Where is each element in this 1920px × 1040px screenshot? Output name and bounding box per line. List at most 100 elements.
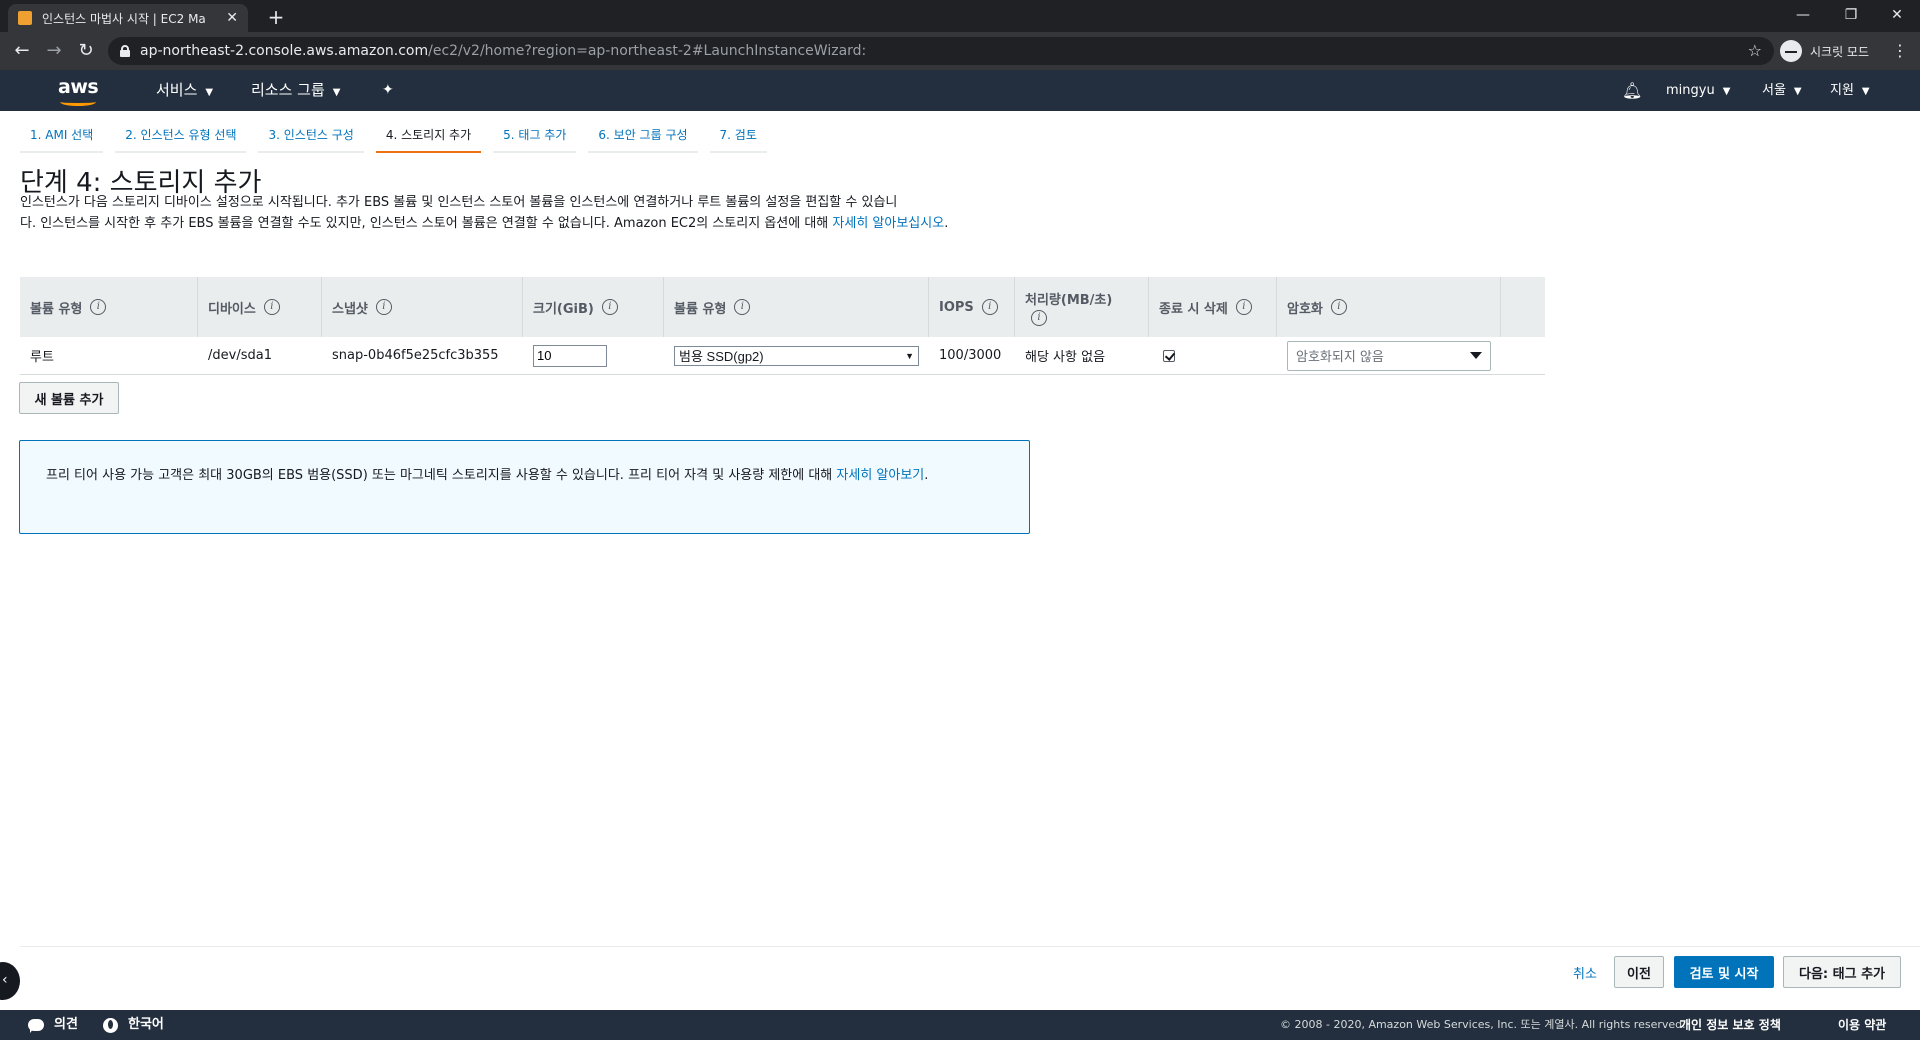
aws-header: aws 서비스 ▼ 리소스 그룹 ▼ ✦ 🔔︎ mingyu ▼ 서울 ▼ 지원 ▼ — [0, 70, 1920, 111]
info-text: 프리 티어 사용 가능 고객은 최대 30GB의 EBS 범용(SSD) 또는 … — [46, 468, 837, 483]
user-name: mingyu — [1666, 83, 1715, 98]
learn-more-storage-link[interactable]: 자세히 알아보십시오 — [832, 216, 944, 231]
restore-icon[interactable]: ❐ — [1828, 0, 1874, 32]
terms-link[interactable]: 이용 약관 — [1838, 1010, 1886, 1040]
cell-throughput: 해당 사항 없음 — [1025, 350, 1106, 365]
reload-icon[interactable]: ↻ — [76, 41, 96, 61]
chevron-down-icon: ▼ — [205, 87, 214, 98]
col-throughput: 처리량(MB/초) i — [1015, 277, 1149, 337]
step-security-group[interactable]: 6. 보안 그룹 구성 — [588, 123, 698, 153]
new-tab-icon[interactable]: + — [262, 4, 290, 30]
incognito-label: 시크릿 모드 — [1810, 44, 1870, 59]
step-review[interactable]: 7. 검토 — [709, 123, 767, 153]
col-actions — [1501, 277, 1545, 337]
incognito-indicator[interactable]: 시크릿 모드 — [1780, 38, 1869, 64]
step-instance-type[interactable]: 2. 인스턴스 유형 선택 — [115, 123, 247, 153]
user-menu[interactable]: mingyu ▼ — [1666, 70, 1730, 111]
encryption-value: 암호화되지 않음 — [1296, 350, 1384, 365]
info-icon[interactable]: i — [981, 299, 998, 315]
region-menu[interactable]: 서울 ▼ — [1762, 70, 1802, 111]
bookmark-star-icon[interactable]: ☆ — [1748, 41, 1762, 60]
copyright-text: © 2008 - 2020, Amazon Web Services, Inc.… — [1280, 1018, 1686, 1031]
url-path: /ec2/v2/home?region=ap-northeast-2#Launc… — [428, 43, 867, 59]
volume-type-value: 범용 SSD(gp2) — [679, 349, 764, 364]
page-description: 인스턴스가 다음 스토리지 디바이스 설정으로 시작됩니다. 추가 EBS 볼륨… — [20, 192, 1040, 234]
size-input[interactable] — [533, 344, 607, 367]
desc-line-2: 다. 인스턴스를 시작한 후 추가 EBS 볼륨을 연결할 수도 있지만, 인스… — [20, 216, 833, 231]
step-configure-instance[interactable]: 3. 인스턴스 구성 — [258, 123, 364, 153]
col-iops: IOPS i — [929, 277, 1015, 337]
desc-end: . — [944, 216, 949, 231]
next-add-tags-button[interactable]: 다음: 태그 추가 — [1783, 956, 1901, 988]
col-label: 암호화 — [1287, 301, 1323, 317]
aws-logo-text: aws — [58, 76, 99, 98]
forward-icon[interactable]: → — [44, 41, 64, 61]
col-volume-type: 볼륨 유형 i — [20, 277, 198, 337]
col-size: 크기(GiB) i — [523, 277, 664, 337]
language-label: 한국어 — [128, 1017, 164, 1032]
language-selector[interactable]: 한국어 — [103, 1010, 164, 1040]
cell-ebs-type: 범용 SSD(gp2) ▼ — [664, 337, 929, 375]
cell-volume-type: 루트 — [30, 350, 54, 365]
feedback-link[interactable]: 의견 — [28, 1010, 78, 1040]
table-header: 볼륨 유형 i 디바이스 i 스냅샷 i 크기(GiB) i 볼륨 유형 i IOPS i … — [20, 277, 1545, 337]
services-menu[interactable]: 서비스 ▼ — [156, 70, 213, 111]
back-icon[interactable]: ← — [12, 41, 32, 61]
col-label: 볼륨 유형 — [30, 301, 83, 317]
tab-close-icon[interactable]: ✕ — [226, 10, 238, 26]
resource-groups-menu[interactable]: 리소스 그룹 ▼ — [251, 70, 340, 111]
info-icon[interactable]: i — [1235, 299, 1252, 315]
info-icon[interactable]: i — [734, 299, 751, 315]
cell-delete-on-termination — [1149, 337, 1277, 375]
info-icon[interactable]: i — [263, 299, 280, 315]
pin-icon[interactable]: ✦ — [382, 70, 394, 111]
col-label: 종료 시 삭제 — [1159, 301, 1228, 317]
collapse-panel-button[interactable]: ‹ — [0, 962, 20, 1000]
volume-type-select[interactable]: 범용 SSD(gp2) ▼ — [674, 345, 919, 366]
address-bar[interactable]: ap-northeast-2.console.aws.amazon.com /e… — [108, 37, 1774, 65]
cell-iops: 100/3000 — [939, 348, 1002, 363]
globe-icon — [103, 1017, 118, 1033]
actions-divider — [20, 946, 1920, 947]
delete-on-termination-checkbox[interactable] — [1163, 349, 1175, 362]
close-window-icon[interactable]: ✕ — [1874, 0, 1920, 32]
feedback-label: 의견 — [54, 1017, 78, 1032]
previous-button[interactable]: 이전 — [1614, 956, 1664, 988]
review-and-launch-button[interactable]: 검토 및 시작 — [1674, 956, 1774, 988]
learn-more-free-tier-link[interactable]: 자세히 알아보기 — [836, 468, 924, 483]
aws-smile-icon — [60, 98, 96, 106]
info-end: . — [924, 468, 929, 483]
privacy-policy-link[interactable]: 개인 정보 보호 정책 — [1680, 1010, 1781, 1040]
encryption-select[interactable]: 암호화되지 않음 — [1287, 340, 1491, 371]
footer: 의견 한국어 © 2008 - 2020, Amazon Web Service… — [0, 1010, 1920, 1040]
add-volume-button[interactable]: 새 볼륨 추가 — [19, 382, 119, 414]
browser-tabbar: 인스턴스 마법사 시작 | EC2 Ma ✕ + — ❐ ✕ — [0, 0, 1920, 32]
col-encryption: 암호화 i — [1277, 277, 1501, 337]
cell-device: /dev/sda1 — [208, 348, 272, 363]
support-menu[interactable]: 지원 ▼ — [1830, 70, 1870, 111]
step-add-tags[interactable]: 5. 태그 추가 — [493, 123, 577, 153]
speech-bubble-icon — [28, 1019, 44, 1033]
region-name: 서울 — [1762, 83, 1786, 98]
info-icon[interactable]: i — [601, 299, 618, 315]
desc-line-1: 인스턴스가 다음 스토리지 디바이스 설정으로 시작됩니다. 추가 EBS 볼륨… — [20, 195, 898, 210]
info-icon[interactable]: i — [375, 299, 392, 315]
table-row: 루트 /dev/sda1 snap-0b46f5e25cfc3b355 범용 S… — [20, 337, 1545, 375]
col-label: 처리량(MB/초) — [1025, 292, 1113, 308]
bell-icon[interactable]: 🔔︎ — [1622, 70, 1642, 111]
support-label: 지원 — [1830, 83, 1854, 98]
chevron-down-icon: ▼ — [332, 87, 341, 98]
wizard-steps: 1. AMI 선택 2. 인스턴스 유형 선택 3. 인스턴스 구성 4. 스토… — [20, 123, 779, 153]
cancel-link[interactable]: 취소 — [1566, 956, 1604, 988]
step-add-storage[interactable]: 4. 스토리지 추가 — [375, 123, 482, 153]
lock-icon — [120, 45, 130, 57]
aws-logo[interactable]: aws — [58, 76, 106, 106]
col-label: 디바이스 — [208, 301, 256, 317]
browser-menu-icon[interactable]: ⋮ — [1892, 41, 1908, 60]
info-icon[interactable]: i — [1031, 309, 1047, 326]
minimize-icon[interactable]: — — [1780, 0, 1826, 32]
browser-tab[interactable]: 인스턴스 마법사 시작 | EC2 Ma ✕ — [8, 4, 248, 32]
info-icon[interactable]: i — [90, 299, 107, 315]
info-icon[interactable]: i — [1330, 299, 1347, 315]
step-ami[interactable]: 1. AMI 선택 — [20, 123, 104, 153]
